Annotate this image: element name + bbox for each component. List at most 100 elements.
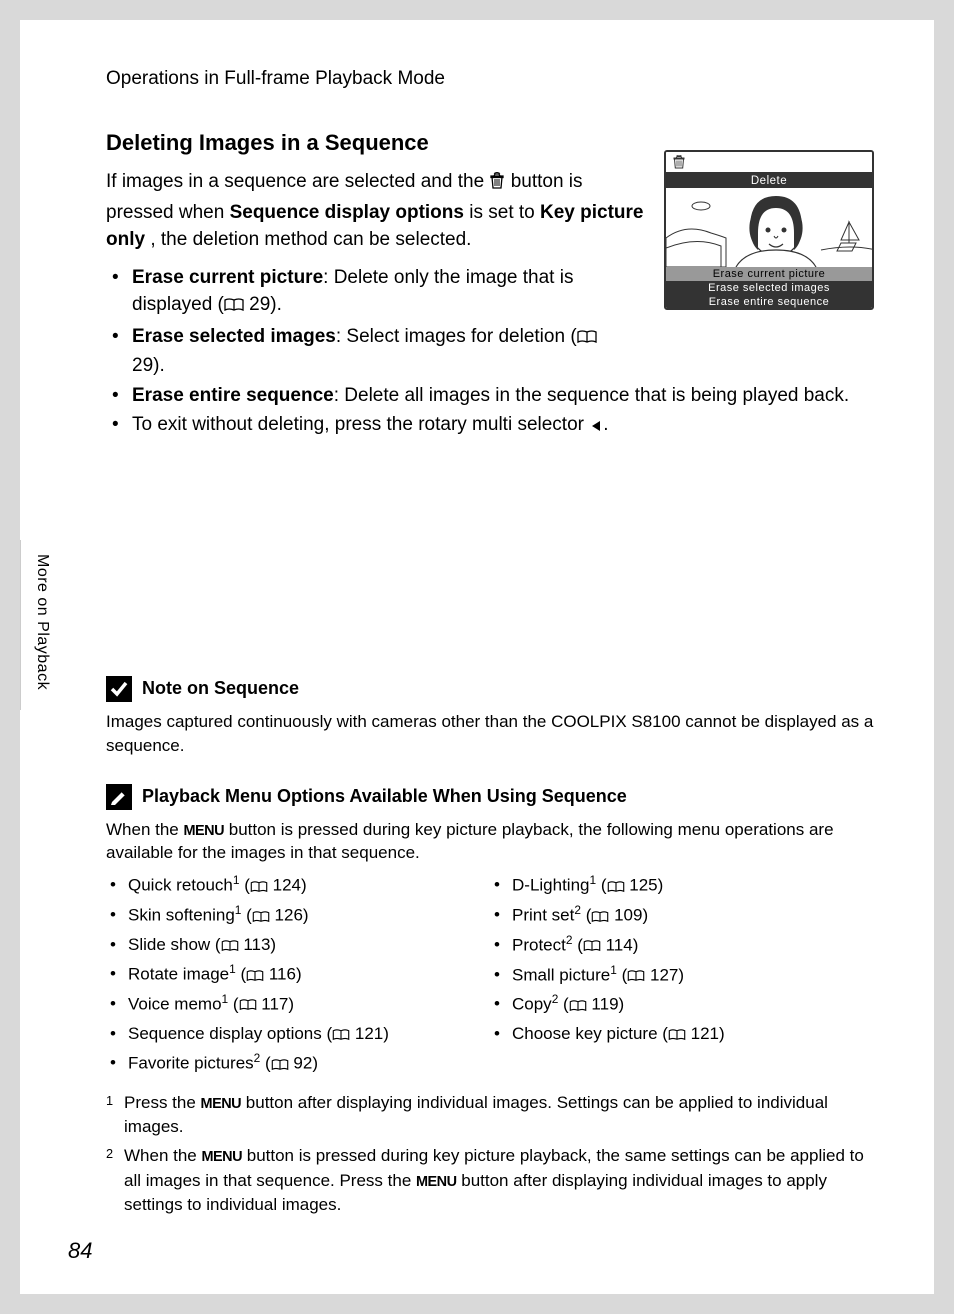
page-header: Operations in Full-frame Playback Mode xyxy=(106,68,874,90)
opt-page: 117) xyxy=(257,994,295,1013)
options-header: Playback Menu Options Available When Usi… xyxy=(106,784,874,810)
opt-label: Quick retouch xyxy=(128,876,233,895)
option-name: Erase selected images xyxy=(132,326,336,347)
options-title: Playback Menu Options Available When Usi… xyxy=(142,786,627,807)
footnote-1: 1 Press the MENU button after displaying… xyxy=(106,1091,874,1140)
opt-label: D-Lighting xyxy=(512,876,590,895)
opt-sup: 1 xyxy=(610,963,617,977)
page-number: 84 xyxy=(68,1238,92,1264)
opt-label: Small picture xyxy=(512,965,610,984)
opt-sup: 2 xyxy=(254,1051,261,1065)
menu-word: MENU xyxy=(416,1174,457,1190)
options-pencil-icon xyxy=(106,784,132,810)
opt-label: Choose key picture ( xyxy=(512,1024,668,1043)
fn-text: Press the xyxy=(124,1093,201,1112)
opt-label: Favorite pictures xyxy=(128,1054,254,1073)
menu-word: MENU xyxy=(202,1149,243,1165)
option-item: Quick retouch1 ( 124) xyxy=(106,871,490,901)
note-title: Note on Sequence xyxy=(142,678,299,699)
opt-sup: 1 xyxy=(590,873,597,887)
lcd-topbar xyxy=(666,152,872,174)
intro-paragraph: If images in a sequence are selected and… xyxy=(106,168,646,254)
option-item: Small picture1 ( 127) xyxy=(490,961,874,991)
fn-text: When the xyxy=(124,1146,202,1165)
opt-sup: 2 xyxy=(552,992,559,1006)
option-item: D-Lighting1 ( 125) xyxy=(490,871,874,901)
opt-sup: 1 xyxy=(233,873,240,887)
note-header: Note on Sequence xyxy=(106,676,874,702)
opt-sup: 2 xyxy=(574,903,581,917)
list-item: Erase current picture: Delete only the i… xyxy=(106,264,616,321)
option-desc: : Select images for deletion ( xyxy=(336,326,577,347)
lcd-option: Erase entire sequence xyxy=(666,295,872,309)
book-icon xyxy=(239,992,257,1019)
footnote-num: 1 xyxy=(106,1091,124,1140)
option-item: Choose key picture ( 121) xyxy=(490,1020,874,1049)
book-icon xyxy=(607,874,625,901)
side-tab-label: More on Playback xyxy=(21,540,51,690)
book-icon xyxy=(252,904,270,931)
opt-page: 121) xyxy=(350,1024,389,1043)
list-item: Erase selected images: Select images for… xyxy=(106,323,616,380)
option-item: Sequence display options ( 121) xyxy=(106,1020,490,1049)
intro-text: is set to xyxy=(469,202,540,223)
book-icon xyxy=(224,293,244,321)
footnotes: 1 Press the MENU button after displaying… xyxy=(106,1091,874,1218)
opt-page: 113) xyxy=(239,935,277,954)
opt-label: Rotate image xyxy=(128,965,229,984)
intro-text: , the deletion method can be selected. xyxy=(150,229,471,250)
option-item: Rotate image1 ( 116) xyxy=(106,960,490,990)
lcd-menu: Erase current picture Erase selected ima… xyxy=(666,267,872,309)
book-icon xyxy=(271,1052,289,1079)
lcd-title: Delete xyxy=(666,174,872,188)
opt-page: 119) xyxy=(587,995,625,1014)
left-arrow-icon xyxy=(589,414,603,442)
trash-icon xyxy=(489,171,505,199)
opt-label: Skin softening xyxy=(128,906,235,925)
opt-sup: 2 xyxy=(566,933,573,947)
opt-label: Protect xyxy=(512,935,566,954)
opt-page: 125) xyxy=(625,876,664,895)
lcd-option: Erase selected images xyxy=(666,281,872,295)
option-item: Copy2 ( 119) xyxy=(490,990,874,1020)
option-item: Protect2 ( 114) xyxy=(490,931,874,961)
menu-word: MENU xyxy=(201,1096,242,1112)
lcd-illustration xyxy=(666,188,872,267)
options-columns: Quick retouch1 ( 124)Skin softening1 ( 1… xyxy=(106,871,874,1079)
book-icon xyxy=(577,325,597,353)
intro-bold: Sequence display options xyxy=(230,202,464,223)
option-item: Print set2 ( 109) xyxy=(490,901,874,931)
footnote-text: When the MENU button is pressed during k… xyxy=(124,1144,874,1218)
option-item: Skin softening1 ( 126) xyxy=(106,901,490,931)
opt-label: Voice memo xyxy=(128,994,222,1013)
menu-word: MENU xyxy=(184,823,225,839)
opt-page: 126) xyxy=(270,906,309,925)
lcd-option-current: Erase current picture xyxy=(666,267,872,281)
book-icon xyxy=(221,933,239,960)
side-tab: More on Playback xyxy=(20,540,60,710)
option-item: Favorite pictures2 ( 92) xyxy=(106,1049,490,1079)
book-icon xyxy=(591,904,609,931)
footnote-2: 2 When the MENU button is pressed during… xyxy=(106,1144,874,1218)
option-item: Voice memo1 ( 117) xyxy=(106,990,490,1020)
book-icon xyxy=(627,963,645,990)
note-body: Images captured continuously with camera… xyxy=(106,710,874,758)
note-block: Note on Sequence Images captured continu… xyxy=(106,676,874,758)
option-item: Slide show ( 113) xyxy=(106,931,490,960)
options-intro: When the MENU button is pressed during k… xyxy=(106,818,874,866)
book-icon xyxy=(569,993,587,1020)
trash-icon xyxy=(672,155,686,173)
footnote-text: Press the MENU button after displaying i… xyxy=(124,1091,874,1140)
opt-page: 121) xyxy=(686,1024,725,1043)
book-icon xyxy=(246,963,264,990)
note-check-icon xyxy=(106,676,132,702)
opt-page: 109) xyxy=(609,906,648,925)
opt-sup: 1 xyxy=(235,903,242,917)
exit-text: To exit without deleting, press the rota… xyxy=(132,414,589,435)
opt-page: 124) xyxy=(268,876,307,895)
book-icon xyxy=(250,874,268,901)
book-icon xyxy=(332,1022,350,1049)
page-ref: 29). xyxy=(132,355,165,376)
opt-page: 127) xyxy=(645,965,684,984)
document-page: More on Playback Operations in Full-fram… xyxy=(20,20,934,1294)
